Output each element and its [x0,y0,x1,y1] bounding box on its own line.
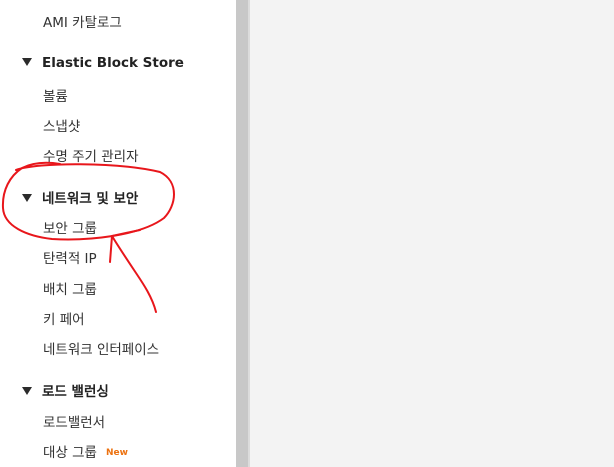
nav-item-key-pairs[interactable]: 키 페어 [43,308,85,328]
nav-group-load-balancing[interactable]: 로드 밸런싱 [22,380,109,400]
sidebar-nav: AMI 카탈로그 Elastic Block Store 볼륨 스냅샷 수명 주… [0,0,236,467]
nav-item-lifecycle-manager[interactable]: 수명 주기 관리자 [43,145,139,165]
nav-item-volumes[interactable]: 볼륨 [43,85,68,105]
nav-group-elastic-block-store[interactable]: Elastic Block Store [22,55,184,71]
nav-item-load-balancers[interactable]: 로드밸런서 [43,411,105,431]
nav-item-target-groups[interactable]: 대상 그룹 New [43,441,128,461]
sidebar-scrollbar[interactable] [236,0,248,467]
nav-item-network-interfaces[interactable]: 네트워크 인터페이스 [43,338,159,358]
main-content-area [250,0,614,467]
nav-item-elastic-ips[interactable]: 탄력적 IP [43,247,97,267]
caret-down-icon [22,194,32,202]
nav-item-security-groups[interactable]: 보안 그룹 [43,217,97,237]
caret-down-icon [22,58,32,66]
nav-item-snapshots[interactable]: 스냅샷 [43,115,80,135]
caret-down-icon [22,387,32,395]
nav-group-label: 로드 밸런싱 [42,384,109,400]
new-badge: New [105,448,128,458]
nav-item-ami-catalog[interactable]: AMI 카탈로그 [43,11,122,31]
nav-item-placement-groups[interactable]: 배치 그룹 [43,278,97,298]
nav-item-label: 대상 그룹 [43,445,97,461]
nav-group-network-security[interactable]: 네트워크 및 보안 [22,187,138,207]
nav-group-label: Elastic Block Store [42,55,184,71]
nav-group-label: 네트워크 및 보안 [42,191,139,207]
